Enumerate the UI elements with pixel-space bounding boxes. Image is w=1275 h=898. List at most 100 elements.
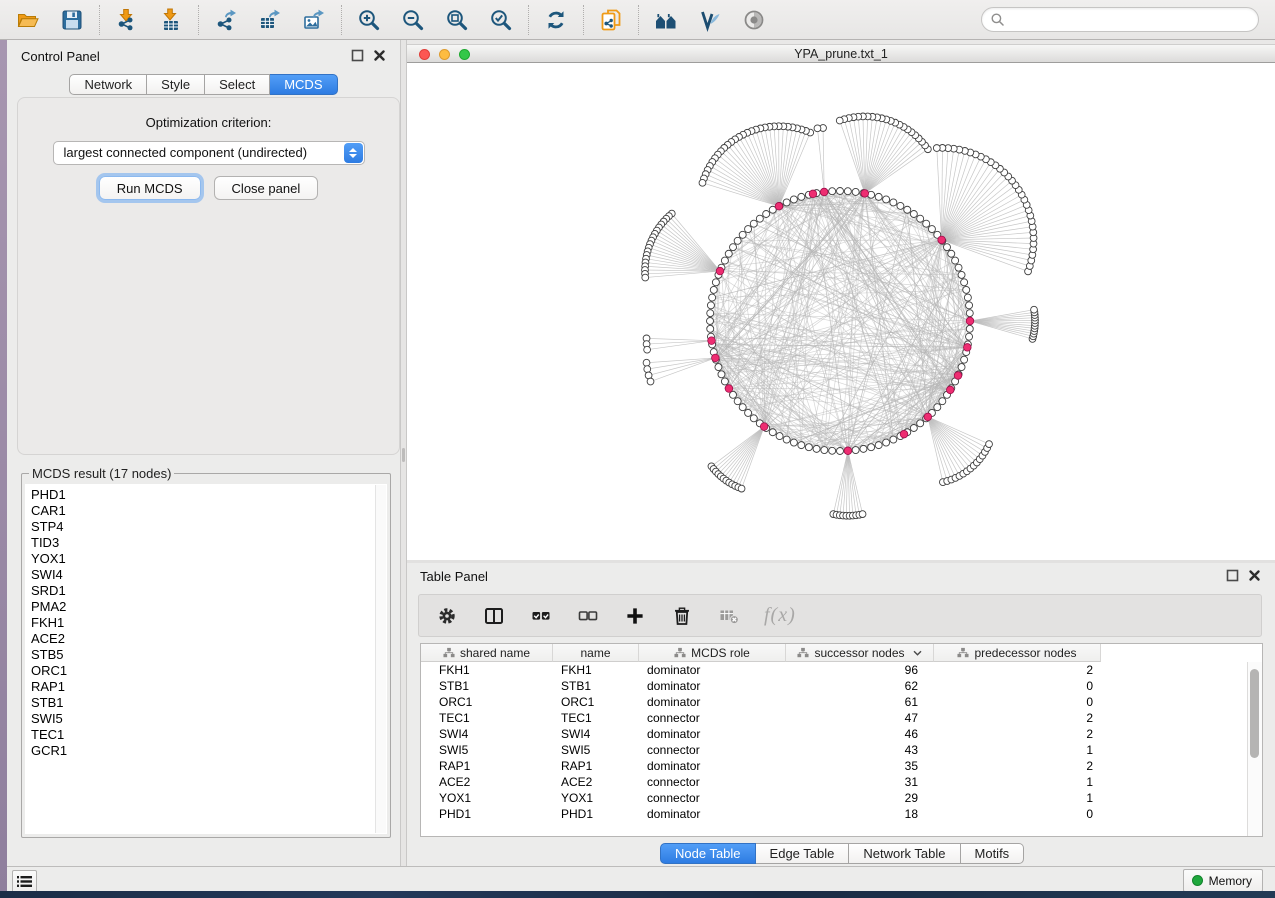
table-row[interactable]: STB1STB1dominator620 <box>421 678 1262 694</box>
mcds-result-item[interactable]: PMA2 <box>31 599 373 615</box>
table-row[interactable]: SWI4SWI4dominator462 <box>421 726 1262 742</box>
delete-column-button[interactable] <box>670 604 694 628</box>
tab-select[interactable]: Select <box>205 74 270 95</box>
close-table-panel-icon[interactable] <box>1248 569 1261 582</box>
mcds-result-item[interactable]: SRD1 <box>31 583 373 599</box>
mcds-result-item[interactable]: STP4 <box>31 519 373 535</box>
cell-predecessor-nodes[interactable]: 0 <box>934 806 1101 822</box>
add-column-button[interactable] <box>623 604 647 628</box>
close-panel-icon[interactable] <box>373 49 386 62</box>
mcds-result-item[interactable]: PHD1 <box>31 487 373 503</box>
table-mode-gear-button[interactable] <box>435 604 459 628</box>
cell-predecessor-nodes[interactable]: 1 <box>934 774 1101 790</box>
cell-shared-name[interactable]: ORC1 <box>421 694 553 710</box>
zoom-out-button[interactable] <box>391 3 435 37</box>
cell-MCDS-role[interactable]: dominator <box>639 726 786 742</box>
table-scrollbar-thumb[interactable] <box>1250 669 1259 758</box>
cell-name[interactable]: TEC1 <box>553 710 639 726</box>
visual-style-button[interactable] <box>688 3 732 37</box>
run-mcds-button[interactable]: Run MCDS <box>99 176 201 200</box>
cell-name[interactable]: SWI4 <box>553 726 639 742</box>
save-session-button[interactable] <box>50 3 94 37</box>
table-row[interactable]: RAP1RAP1dominator352 <box>421 758 1262 774</box>
mcds-result-item[interactable]: ORC1 <box>31 663 373 679</box>
cell-name[interactable]: STB1 <box>553 678 639 694</box>
cell-predecessor-nodes[interactable]: 0 <box>934 694 1101 710</box>
search-box[interactable] <box>981 7 1259 32</box>
mcds-result-list[interactable]: PHD1CAR1STP4TID3YOX1SWI4SRD1PMA2FKH1ACE2… <box>25 484 387 834</box>
splitter-grip[interactable] <box>402 448 405 462</box>
cell-predecessor-nodes[interactable]: 1 <box>934 790 1101 806</box>
open-file-button[interactable] <box>6 3 50 37</box>
table-scrollbar[interactable] <box>1247 662 1262 836</box>
refresh-layout-button[interactable] <box>534 3 578 37</box>
cell-successor-nodes[interactable]: 96 <box>786 662 934 678</box>
tab-network[interactable]: Network <box>69 74 147 95</box>
network-overview-button[interactable] <box>644 3 688 37</box>
mcds-result-item[interactable]: ACE2 <box>31 631 373 647</box>
search-input[interactable] <box>1010 12 1249 27</box>
mcds-result-item[interactable]: CAR1 <box>31 503 373 519</box>
column-header-predecessor-nodes[interactable]: predecessor nodes <box>934 644 1101 662</box>
criterion-select[interactable]: largest connected component (undirected) <box>53 141 365 165</box>
cell-name[interactable]: PHD1 <box>553 806 639 822</box>
cell-successor-nodes[interactable]: 18 <box>786 806 934 822</box>
export-table-button[interactable] <box>248 3 292 37</box>
cell-shared-name[interactable]: STB1 <box>421 678 553 694</box>
cell-shared-name[interactable]: ACE2 <box>421 774 553 790</box>
mcds-result-item[interactable]: TEC1 <box>31 727 373 743</box>
cell-MCDS-role[interactable]: connector <box>639 742 786 758</box>
cell-name[interactable]: ACE2 <box>553 774 639 790</box>
mcds-result-item[interactable]: SWI4 <box>31 567 373 583</box>
export-network-button[interactable] <box>204 3 248 37</box>
export-image-button[interactable] <box>292 3 336 37</box>
mcds-result-item[interactable]: YOX1 <box>31 551 373 567</box>
table-row[interactable]: ACE2ACE2connector311 <box>421 774 1262 790</box>
cell-successor-nodes[interactable]: 61 <box>786 694 934 710</box>
cell-shared-name[interactable]: TEC1 <box>421 710 553 726</box>
cell-successor-nodes[interactable]: 47 <box>786 710 934 726</box>
float-table-panel-icon[interactable] <box>1226 569 1239 582</box>
tab-network-table[interactable]: Network Table <box>849 843 960 864</box>
network-canvas[interactable] <box>407 63 1275 560</box>
close-panel-button[interactable]: Close panel <box>214 176 319 200</box>
zoom-in-button[interactable] <box>347 3 391 37</box>
cell-MCDS-role[interactable]: connector <box>639 710 786 726</box>
clone-network-button[interactable] <box>589 3 633 37</box>
cell-MCDS-role[interactable]: connector <box>639 774 786 790</box>
cell-shared-name[interactable]: SWI5 <box>421 742 553 758</box>
mcds-result-scrollbar[interactable] <box>375 485 386 833</box>
show-columns-button[interactable] <box>482 604 506 628</box>
mcds-result-item[interactable]: STB1 <box>31 695 373 711</box>
cell-shared-name[interactable]: YOX1 <box>421 790 553 806</box>
tab-edge-table[interactable]: Edge Table <box>756 843 850 864</box>
zoom-fit-button[interactable] <box>435 3 479 37</box>
deselect-all-rows-button[interactable] <box>576 604 600 628</box>
memory-button[interactable]: Memory <box>1183 869 1263 892</box>
mcds-result-item[interactable]: RAP1 <box>31 679 373 695</box>
vertical-splitter[interactable] <box>400 40 407 866</box>
column-header-name[interactable]: name <box>553 644 639 662</box>
tab-motifs[interactable]: Motifs <box>961 843 1025 864</box>
table-row[interactable]: ORC1ORC1dominator610 <box>421 694 1262 710</box>
cell-successor-nodes[interactable]: 46 <box>786 726 934 742</box>
tab-mcds[interactable]: MCDS <box>270 74 337 95</box>
cell-name[interactable]: RAP1 <box>553 758 639 774</box>
tab-node-table[interactable]: Node Table <box>660 843 756 864</box>
table-row[interactable]: TEC1TEC1connector472 <box>421 710 1262 726</box>
cell-MCDS-role[interactable]: dominator <box>639 758 786 774</box>
cell-predecessor-nodes[interactable]: 2 <box>934 758 1101 774</box>
cell-predecessor-nodes[interactable]: 0 <box>934 678 1101 694</box>
cell-successor-nodes[interactable]: 43 <box>786 742 934 758</box>
cell-name[interactable]: YOX1 <box>553 790 639 806</box>
show-hide-button[interactable] <box>732 3 776 37</box>
column-header-shared-name[interactable]: shared name <box>421 644 553 662</box>
cell-shared-name[interactable]: RAP1 <box>421 758 553 774</box>
cell-MCDS-role[interactable]: dominator <box>639 662 786 678</box>
table-row[interactable]: YOX1YOX1connector291 <box>421 790 1262 806</box>
cell-predecessor-nodes[interactable]: 2 <box>934 710 1101 726</box>
column-header-MCDS-role[interactable]: MCDS role <box>639 644 786 662</box>
panel-menu-button[interactable] <box>12 870 37 893</box>
cell-predecessor-nodes[interactable]: 2 <box>934 662 1101 678</box>
mcds-result-item[interactable]: STB5 <box>31 647 373 663</box>
